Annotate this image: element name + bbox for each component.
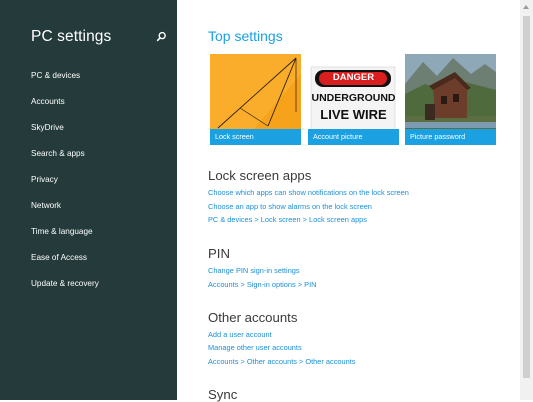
- sidebar-item-network[interactable]: Network: [31, 201, 61, 210]
- account-picture-tile[interactable]: DANGER UNDERGROUND LIVE WIRE Account pic…: [308, 54, 399, 145]
- picture-password-tile-label: Picture password: [410, 132, 466, 141]
- link-manage-user-accounts[interactable]: Manage other user accounts: [208, 343, 302, 352]
- scrollbar-thumb[interactable]: [523, 16, 530, 378]
- sidebar: PC settings PC & devices Accounts SkyDri…: [0, 0, 177, 400]
- sidebar-item-accounts[interactable]: Accounts: [31, 97, 65, 106]
- account-picture-tile-label: Account picture: [313, 132, 363, 141]
- vertical-scrollbar[interactable]: [520, 0, 533, 400]
- link-pin-path[interactable]: Accounts > Sign-in options > PIN: [208, 280, 316, 289]
- sidebar-item-search-apps[interactable]: Search & apps: [31, 149, 85, 158]
- search-button[interactable]: [154, 30, 168, 44]
- link-lock-screen-apps-path[interactable]: PC & devices > Lock screen > Lock screen…: [208, 215, 367, 224]
- section-title-lock-screen-apps: Lock screen apps: [208, 168, 312, 183]
- danger-sign-line3: LIVE WIRE: [320, 107, 387, 122]
- lock-screen-tile[interactable]: Lock screen: [210, 54, 301, 145]
- link-other-accounts-path[interactable]: Accounts > Other accounts > Other accoun…: [208, 357, 355, 366]
- search-icon: [156, 31, 166, 42]
- sidebar-item-ease-of-access[interactable]: Ease of Access: [31, 253, 87, 262]
- section-title-other-accounts: Other accounts: [208, 310, 298, 325]
- main-content: Top settings Lock screen DANGER UNDERGRO…: [177, 0, 520, 402]
- picture-password-tile[interactable]: Picture password: [405, 54, 496, 145]
- link-choose-alarm-app[interactable]: Choose an app to show alarms on the lock…: [208, 202, 372, 211]
- sidebar-item-skydrive[interactable]: SkyDrive: [31, 123, 64, 132]
- link-choose-notification-apps[interactable]: Choose which apps can show notifications…: [208, 188, 409, 197]
- sidebar-item-pc-devices[interactable]: PC & devices: [31, 71, 80, 80]
- sidebar-item-update-recovery[interactable]: Update & recovery: [31, 279, 99, 288]
- danger-sign-line1: DANGER: [332, 72, 375, 83]
- lock-screen-tile-label: Lock screen: [215, 132, 254, 141]
- scroll-up-arrow-icon[interactable]: [523, 5, 529, 9]
- danger-sign-line2: UNDERGROUND: [311, 92, 396, 104]
- sidebar-item-time-language[interactable]: Time & language: [31, 227, 93, 236]
- sidebar-item-privacy[interactable]: Privacy: [31, 175, 58, 184]
- section-title-pin: PIN: [208, 246, 230, 261]
- top-settings-title: Top settings: [208, 28, 283, 44]
- link-add-user-account[interactable]: Add a user account: [208, 330, 272, 339]
- link-change-pin-settings[interactable]: Change PIN sign-in settings: [208, 266, 300, 275]
- page-title: PC settings: [31, 28, 112, 45]
